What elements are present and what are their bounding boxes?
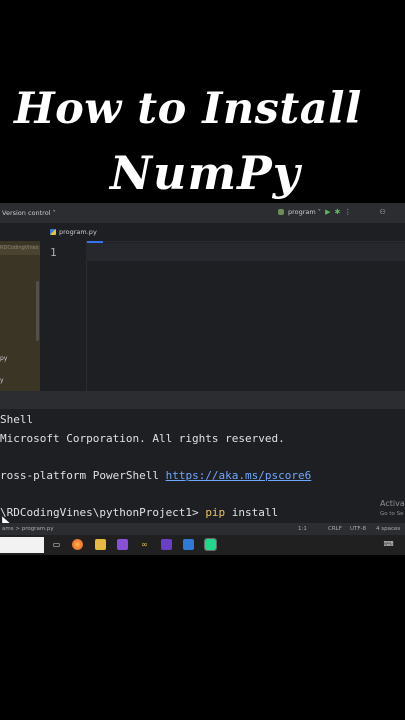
status-line-separator[interactable]: CRLF — [328, 526, 342, 532]
project-file-item[interactable]: y — [0, 377, 4, 384]
editor-tabs: program.py — [0, 223, 405, 243]
status-breadcrumb[interactable]: ams > program.py — [2, 526, 54, 532]
terminal-command-args: install — [225, 506, 279, 519]
activate-text: Activa — [380, 499, 405, 508]
overlay-title-line1: How to Install — [14, 84, 362, 134]
editor-current-line[interactable] — [86, 243, 405, 261]
store-icon[interactable] — [183, 539, 194, 550]
task-view-icon[interactable]: ▭ — [51, 539, 62, 550]
run-icon[interactable]: ▶ — [325, 208, 330, 216]
app-icon[interactable]: ∞ — [139, 539, 150, 550]
status-indent[interactable]: 4 spaces — [376, 526, 400, 532]
terminal-header — [0, 391, 405, 409]
pscore6-link[interactable]: https://aka.ms/pscore6 — [166, 469, 312, 482]
ide-window: Version control ˅ program ˅ ▶ ✱ ⋮ ⚇ prog… — [0, 203, 405, 555]
debug-icon[interactable]: ✱ — [334, 208, 340, 216]
taskbar-search-box[interactable] — [0, 537, 44, 553]
terminal-prompt: \RDCodingVines\pythonProject1> — [0, 506, 206, 519]
status-encoding[interactable]: UTF-8 — [350, 526, 366, 532]
windows-taskbar: ▭ ∞ ⌨ — [0, 535, 405, 555]
terminal-line: ross-platform PowerShell https://aka.ms/… — [0, 469, 311, 482]
run-controls: program ˅ ▶ ✱ ⋮ ⚇ — [278, 208, 386, 216]
ide-toolbar: Version control ˅ program ˅ ▶ ✱ ⋮ ⚇ — [0, 203, 405, 223]
editor-gutter — [40, 241, 87, 391]
keyboard-icon[interactable]: ⌨ — [383, 539, 394, 550]
version-control-menu[interactable]: Version control ˅ — [2, 209, 56, 217]
project-scrollbar[interactable] — [36, 281, 39, 341]
user-icon[interactable]: ⚇ — [379, 208, 385, 216]
terminal-line: Microsoft Corporation. All rights reserv… — [0, 432, 285, 445]
project-file-item[interactable]: py — [0, 355, 7, 362]
tab-label: program.py — [59, 228, 97, 236]
project-root-item[interactable]: RDCodingVines D: — [0, 245, 40, 255]
run-config-dropdown[interactable]: program ˅ — [288, 208, 321, 216]
status-position[interactable]: 1:1 — [298, 526, 307, 532]
project-panel: RDCodingVines D: py y — [0, 241, 40, 391]
python-file-icon — [50, 229, 56, 235]
tab-program-py[interactable]: program.py — [44, 223, 103, 243]
status-bar: ams > program.py 1:1 CRLF UTF-8 4 spaces — [0, 523, 405, 535]
visual-studio-icon[interactable] — [117, 539, 128, 550]
overlay-title-line2: NumPy — [110, 146, 301, 200]
terminal-prompt-line: \RDCodingVines\pythonProject1> pip insta… — [0, 506, 278, 519]
vs-icon[interactable] — [161, 539, 172, 550]
pycharm-icon[interactable] — [204, 538, 217, 551]
file-explorer-icon[interactable] — [95, 539, 106, 550]
windows-activation-watermark: Activa Go to Se — [380, 499, 405, 519]
terminal-text: ross-platform PowerShell — [0, 469, 166, 482]
run-config-icon — [278, 209, 284, 215]
activate-subtext: Go to Se — [380, 511, 404, 517]
terminal-panel[interactable]: Shell Microsoft Corporation. All rights … — [0, 409, 405, 527]
line-number: 1 — [50, 246, 57, 259]
terminal-line: Shell — [0, 413, 34, 426]
terminal-command-pip: pip — [205, 506, 226, 519]
more-icon[interactable]: ⋮ — [344, 208, 351, 216]
firefox-icon[interactable] — [72, 539, 83, 550]
